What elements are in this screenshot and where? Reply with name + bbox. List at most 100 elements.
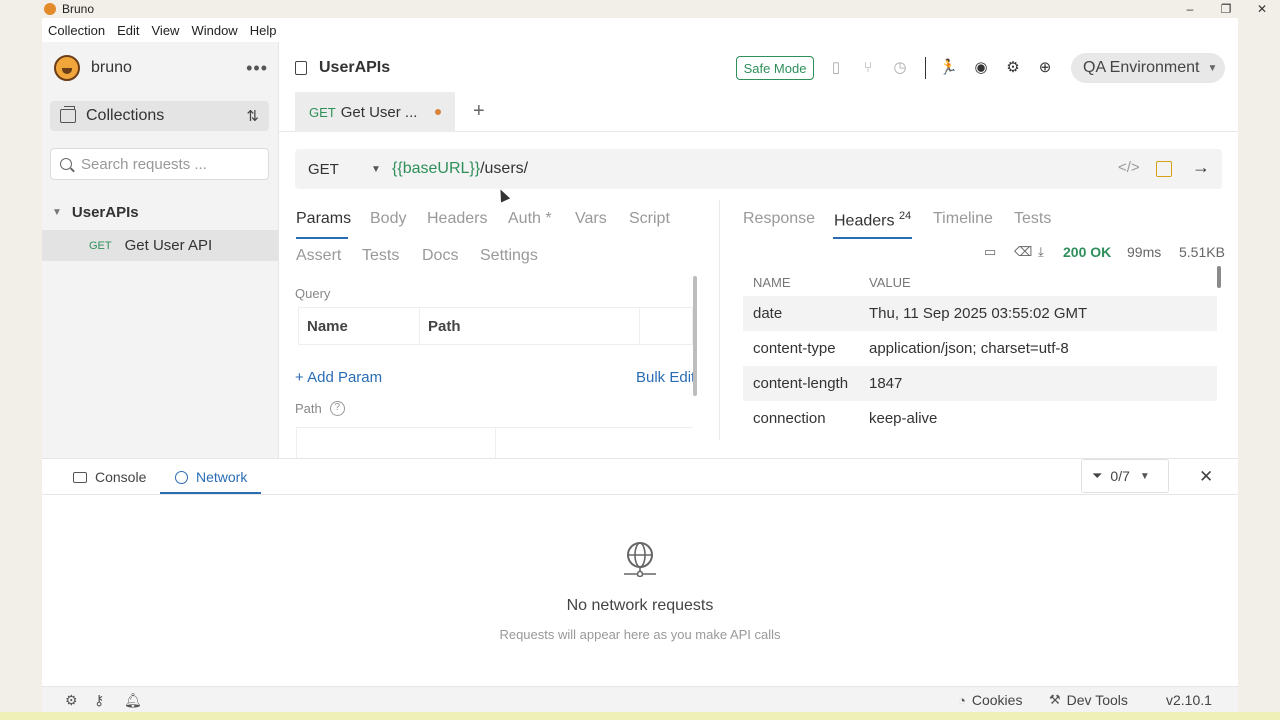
close-panel-icon[interactable]: ✕ <box>1199 467 1213 487</box>
globe-icon[interactable]: ⊕ <box>1036 59 1054 77</box>
tab-response-headers[interactable]: Headers 24 <box>834 210 911 230</box>
tab-script[interactable]: Script <box>629 210 670 228</box>
history-icon[interactable]: ◷ <box>891 59 909 77</box>
menu-help[interactable]: Help <box>244 23 283 38</box>
filter-dropdown[interactable]: ⏷ 0/7 ▼ <box>1081 459 1169 493</box>
collection-tree-item[interactable]: ▼ UserAPIs <box>52 204 139 221</box>
path-section-label: Path <box>295 401 322 416</box>
tab-params[interactable]: Params <box>296 210 351 228</box>
active-tab-underline <box>160 492 261 494</box>
header-value: keep-alive <box>869 410 938 427</box>
path-params-table <box>296 427 693 459</box>
tab-assert[interactable]: Assert <box>296 247 341 265</box>
tab-response-headers-label: Headers <box>834 212 895 230</box>
safe-mode-button[interactable]: Safe Mode <box>736 56 814 80</box>
dev-tools-button[interactable]: ⚒ Dev Tools <box>1049 692 1128 708</box>
column-header-name: Name <box>299 308 420 344</box>
url-input[interactable]: {{baseURL}}/users/ <box>392 160 528 178</box>
active-tab-underline <box>296 237 348 239</box>
chevron-down-icon[interactable]: ▼ <box>371 164 381 175</box>
filter-icon: ⏷ <box>1092 468 1103 483</box>
code-icon[interactable]: </> <box>1118 159 1140 176</box>
network-globe-icon <box>175 470 188 484</box>
request-pane-tabs-row2: Assert Tests Docs Settings <box>279 245 719 275</box>
sidebar-request-item[interactable]: GET Get User API <box>42 230 279 261</box>
search-requests-input[interactable] <box>81 155 256 173</box>
tab-settings[interactable]: Settings <box>480 247 538 265</box>
tab-headers[interactable]: Headers <box>427 210 487 228</box>
table-header: NAME VALUE <box>743 268 1217 296</box>
window-controls: – ❐ ✕ <box>1172 0 1280 18</box>
request-name: Get User API <box>124 237 213 254</box>
brand: bruno <box>54 55 132 81</box>
chevron-down-icon: ▼ <box>52 207 62 218</box>
filter-count: 0/7 <box>1110 468 1130 484</box>
eye-icon[interactable]: ◉ <box>972 59 990 77</box>
key-icon[interactable]: ⚷ <box>94 692 104 709</box>
menu-collection[interactable]: Collection <box>42 23 111 38</box>
settings-icon[interactable]: ⚙ <box>65 692 78 709</box>
search-icon <box>60 158 72 170</box>
brand-name: bruno <box>91 59 132 76</box>
taskbar-strip <box>0 712 1280 720</box>
more-options-icon[interactable]: ••• <box>246 58 268 79</box>
tab-console[interactable]: Console <box>73 459 146 495</box>
cookies-label: Cookies <box>971 692 1023 708</box>
sort-icon[interactable]: ⇅ <box>246 107 259 125</box>
layout-toggle-icon[interactable]: ▭ <box>984 244 996 260</box>
unsaved-indicator[interactable] <box>435 109 441 115</box>
tab-docs[interactable]: Docs <box>422 247 458 265</box>
collections-header[interactable]: Collections ⇅ <box>50 101 269 131</box>
add-param-button[interactable]: + Add Param <box>295 369 382 386</box>
devtools-panel: Console Network ⏷ 0/7 ▼ ✕ No network req… <box>42 458 1238 686</box>
collection-title: UserAPIs <box>319 59 391 76</box>
tab-response[interactable]: Response <box>743 210 815 228</box>
tab-body[interactable]: Body <box>370 210 406 228</box>
mouse-cursor <box>495 187 511 203</box>
tab-tests[interactable]: Tests <box>362 247 399 265</box>
git-branch-icon[interactable]: ⑂ <box>859 59 877 77</box>
gear-icon[interactable]: ⚙ <box>1004 59 1022 77</box>
active-tab-underline <box>833 237 912 239</box>
runner-icon[interactable]: 🏃 <box>939 59 958 77</box>
tab-timeline[interactable]: Timeline <box>933 210 993 228</box>
menu-edit[interactable]: Edit <box>111 23 145 38</box>
cookies-button[interactable]: ◔ Cookies <box>958 692 1022 708</box>
request-pane-scrollbar[interactable] <box>693 276 697 396</box>
close-window-button[interactable]: ✕ <box>1244 0 1280 18</box>
save-icon[interactable] <box>1156 161 1172 177</box>
collections-label: Collections <box>86 107 165 124</box>
download-icon[interactable]: ⤓ <box>1038 244 1044 260</box>
bulk-edit-button[interactable]: Bulk Edit <box>636 369 695 386</box>
tab-auth[interactable]: Auth * <box>508 210 552 228</box>
environment-select[interactable]: QA Environment ▼ <box>1071 53 1225 83</box>
search-box <box>50 148 269 180</box>
wrench-icon: ⚒ <box>1049 692 1061 707</box>
request-tab[interactable]: GET Get User ... <box>295 92 455 132</box>
cookie-icon: ◔ <box>958 692 966 708</box>
eraser-icon[interactable]: ⌫ <box>1014 244 1032 260</box>
send-arrow-icon[interactable]: → <box>1192 157 1210 178</box>
response-size: 5.51KB <box>1179 244 1225 260</box>
url-variable: {{baseURL}} <box>392 160 481 177</box>
help-icon[interactable]: ? <box>329 401 345 416</box>
chevron-down-icon: ▼ <box>1207 62 1218 74</box>
new-tab-button[interactable]: + <box>473 100 485 123</box>
minimize-button[interactable]: – <box>1172 0 1208 18</box>
menu-view[interactable]: View <box>146 23 186 38</box>
request-pane-tabs: Params Body Headers Auth * Vars Script <box>279 208 719 240</box>
response-pane-scrollbar[interactable] <box>1217 266 1221 288</box>
maximize-button[interactable]: ❐ <box>1208 0 1244 18</box>
empty-state-title: No network requests <box>566 597 714 614</box>
file-code-icon[interactable]: ▯ <box>827 59 845 77</box>
window-frame-left <box>0 18 42 712</box>
header-name: connection <box>753 410 826 427</box>
tab-response-tests[interactable]: Tests <box>1014 210 1051 228</box>
path-section: Path ? <box>295 401 345 416</box>
tab-vars[interactable]: Vars <box>575 210 607 228</box>
bell-icon[interactable]: 🔔︎ <box>124 692 142 709</box>
method-select[interactable]: GET <box>308 161 339 178</box>
menu-window[interactable]: Window <box>185 23 243 38</box>
tab-network[interactable]: Network <box>175 459 247 495</box>
header-name: content-type <box>753 340 836 357</box>
